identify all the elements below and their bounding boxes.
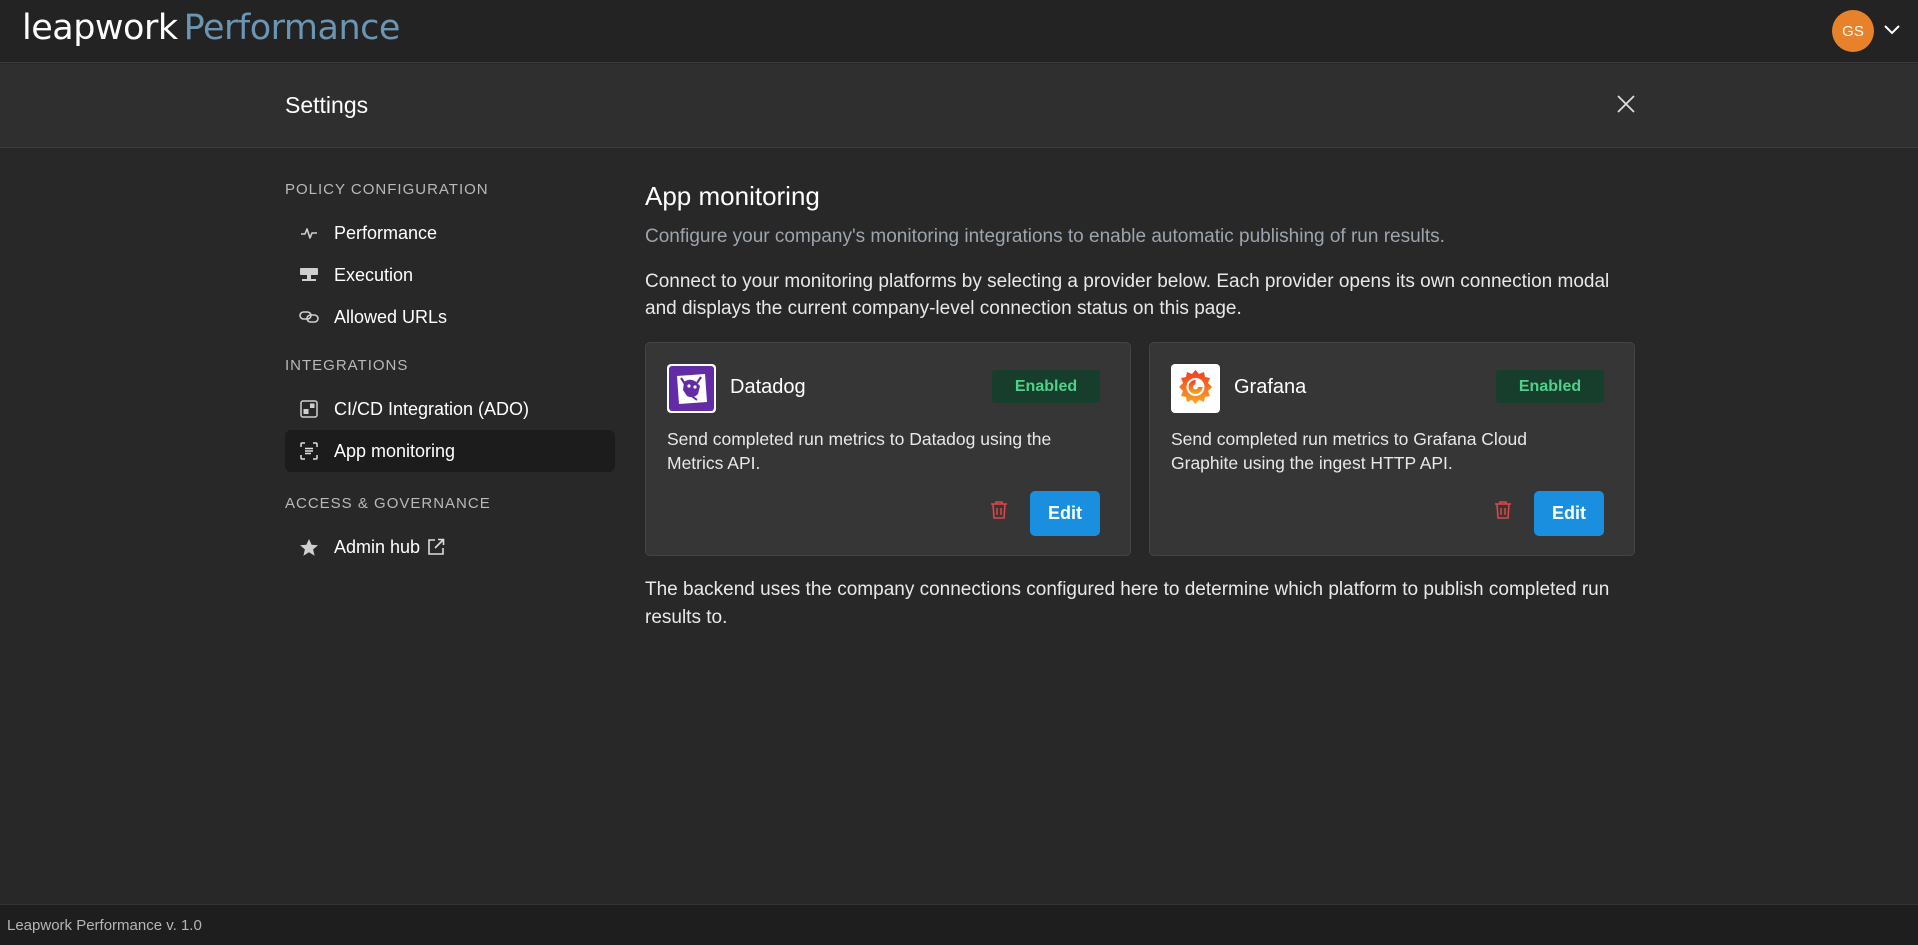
pulse-icon: [297, 221, 321, 245]
delete-button[interactable]: [988, 500, 1010, 524]
close-button[interactable]: [1614, 94, 1638, 118]
provider-description: Send completed run metrics to Datadog us…: [667, 429, 1052, 473]
logo-product: Performance: [183, 8, 401, 48]
server-icon: [297, 263, 321, 287]
edit-button[interactable]: Edit: [1534, 491, 1604, 536]
close-icon: [1617, 94, 1635, 118]
main-content: App monitoring Configure your company's …: [645, 178, 1635, 632]
datadog-logo-icon: [667, 364, 716, 413]
avatar[interactable]: GS: [1832, 10, 1874, 52]
provider-name: Grafana: [1234, 376, 1307, 398]
sidebar-item-label: App monitoring: [334, 440, 456, 461]
external-link-icon: [427, 538, 445, 556]
trash-icon: [990, 500, 1008, 525]
logo-brand: leapwork: [22, 8, 178, 48]
status-bar: Leapwork Performance v. 1.0: [0, 904, 1918, 945]
section-title-integrations: INTEGRATIONS: [285, 357, 409, 374]
sidebar-item-label: Allowed URLs: [334, 306, 448, 327]
sidebar-item-label: Execution: [334, 264, 414, 285]
page-subtitle: Configure your company's monitoring inte…: [645, 226, 1445, 247]
provider-description: Send completed run metrics to Grafana Cl…: [1171, 429, 1528, 473]
settings-sidebar: POLICY CONFIGURATION Performance Executi…: [285, 180, 615, 568]
sidebar-item-execution[interactable]: Execution: [285, 254, 615, 296]
trash-icon: [1494, 500, 1512, 525]
sidebar-item-app-monitoring[interactable]: App monitoring: [285, 430, 615, 472]
chevron-down-icon[interactable]: [1884, 22, 1900, 40]
provider-cards: Datadog Enabled Send completed run metri…: [645, 342, 1635, 556]
provider-name: Datadog: [730, 376, 806, 398]
user-menu[interactable]: GS: [1832, 10, 1900, 52]
status-badge: Enabled: [1496, 370, 1604, 403]
widgets-icon: [297, 397, 321, 421]
sidebar-item-label: Performance: [334, 222, 438, 243]
sidebar-item-cicd-integration[interactable]: CI/CD Integration (ADO): [285, 388, 615, 430]
settings-title: Settings: [285, 92, 369, 118]
provider-card-grafana: Grafana Enabled Send completed run metri…: [1149, 342, 1635, 556]
footer-note: The backend uses the company connections…: [645, 579, 1610, 628]
version-label: Leapwork Performance v. 1.0: [7, 917, 202, 934]
star-icon: [297, 535, 321, 559]
app-logo[interactable]: leapwork Performance: [22, 8, 400, 48]
grafana-logo-icon: [1171, 364, 1220, 413]
edit-button[interactable]: Edit: [1030, 491, 1100, 536]
page-description: Connect to your monitoring platforms by …: [645, 271, 1610, 319]
sidebar-item-admin-hub[interactable]: Admin hub: [285, 526, 615, 568]
sidebar-item-label: CI/CD Integration (ADO): [334, 398, 530, 419]
status-badge: Enabled: [992, 370, 1100, 403]
top-bar: leapwork Performance GS: [0, 0, 1918, 63]
link-icon: [297, 305, 321, 329]
sidebar-item-label: Admin hub: [334, 536, 421, 557]
sidebar-item-allowed-urls[interactable]: Allowed URLs: [285, 296, 615, 338]
section-title-access-governance: ACCESS & GOVERNANCE: [285, 495, 491, 512]
scan-icon: [297, 439, 321, 463]
section-title-policy: POLICY CONFIGURATION: [285, 181, 489, 198]
sidebar-item-performance[interactable]: Performance: [285, 212, 615, 254]
provider-card-datadog: Datadog Enabled Send completed run metri…: [645, 342, 1131, 556]
page-title: App monitoring: [645, 181, 820, 211]
delete-button[interactable]: [1492, 500, 1514, 524]
